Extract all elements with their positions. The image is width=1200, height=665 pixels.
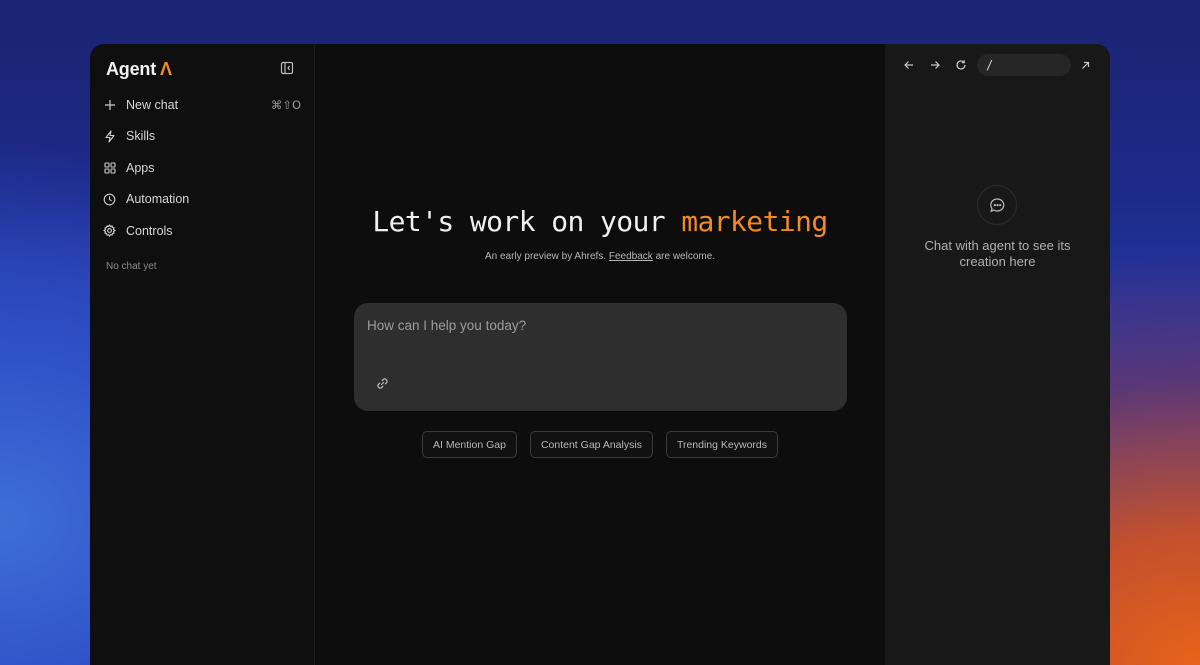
subtitle: An early preview by Ahrefs. Feedback are… [315, 251, 885, 262]
sidebar: Agent Λ New chat ⌘⇧O Skills Apps Automat… [90, 44, 315, 665]
headline-accent: marketing [681, 205, 828, 238]
main-area: Let's work on your marketing An early pr… [315, 44, 885, 665]
chip-trending-keywords[interactable]: Trending Keywords [665, 431, 779, 458]
subtitle-prefix: An early preview by Ahrefs. [484, 251, 607, 262]
url-input[interactable]: / [977, 54, 1071, 76]
chat-bubble-badge [977, 185, 1017, 225]
sidebar-item-new-chat[interactable]: New chat ⌘⇧O [90, 89, 315, 121]
external-link-icon [1081, 61, 1089, 69]
open-external-button[interactable] [1078, 58, 1092, 72]
hint-line-2: creation here [959, 254, 1036, 269]
attach-button[interactable] [374, 375, 390, 391]
sidebar-item-apps[interactable]: Apps [90, 152, 315, 184]
preview-panel: / Chat with agent to see its creation he… [885, 44, 1110, 665]
sidebar-item-label: Apps [126, 160, 155, 175]
back-button[interactable] [902, 58, 916, 72]
clock-icon [103, 193, 116, 206]
sidebar-item-label: Controls [126, 223, 173, 238]
page-title: Let's work on your marketing [315, 205, 885, 238]
suggestion-chips: AI Mention Gap Content Gap Analysis Tren… [315, 431, 885, 458]
collapse-sidebar-button[interactable] [280, 61, 294, 75]
arrow-left-icon [904, 61, 913, 69]
subtitle-suffix: are welcome. [655, 251, 716, 262]
sidebar-toggle-icon [280, 61, 294, 75]
browser-toolbar: / [885, 54, 1110, 76]
brand-name: Agent [106, 59, 156, 79]
arrow-right-icon [931, 61, 940, 69]
chat-history-empty: No chat yet [106, 261, 157, 272]
sidebar-item-label: Automation [126, 192, 190, 207]
brand-mark: Λ [160, 59, 173, 79]
chip-ai-mention-gap[interactable]: AI Mention Gap [421, 431, 517, 458]
brand-logo[interactable]: Agent Λ [106, 59, 172, 80]
headline-text: Let's work on your [372, 205, 666, 238]
new-chat-shortcut: ⌘⇧O [270, 97, 301, 112]
preview-empty-hint: Chat with agent to see its creation here [885, 238, 1110, 270]
prompt-input[interactable] [367, 318, 827, 333]
feedback-link[interactable]: Feedback [609, 251, 653, 262]
grid-icon [103, 161, 116, 174]
sidebar-item-automation[interactable]: Automation [90, 184, 315, 216]
hint-line-1: Chat with agent to see its [924, 238, 1071, 253]
sidebar-item-controls[interactable]: Controls [90, 215, 315, 247]
sidebar-item-skills[interactable]: Skills [90, 121, 315, 153]
sidebar-item-label: Skills [126, 129, 156, 144]
plus-icon [103, 98, 116, 111]
reload-button[interactable] [954, 58, 968, 72]
prompt-composer[interactable] [354, 303, 847, 411]
forward-button[interactable] [928, 58, 942, 72]
reload-icon [956, 60, 966, 70]
sidebar-nav: New chat ⌘⇧O Skills Apps Automation Cont… [90, 89, 315, 247]
gear-icon [103, 224, 116, 238]
lightning-icon [103, 130, 116, 143]
link-icon [376, 377, 388, 389]
sidebar-item-label: New chat [126, 97, 179, 112]
chip-content-gap-analysis[interactable]: Content Gap Analysis [529, 431, 653, 458]
app-window: Agent Λ New chat ⌘⇧O Skills Apps Automat… [90, 44, 1110, 665]
chat-bubble-icon [989, 197, 1004, 212]
